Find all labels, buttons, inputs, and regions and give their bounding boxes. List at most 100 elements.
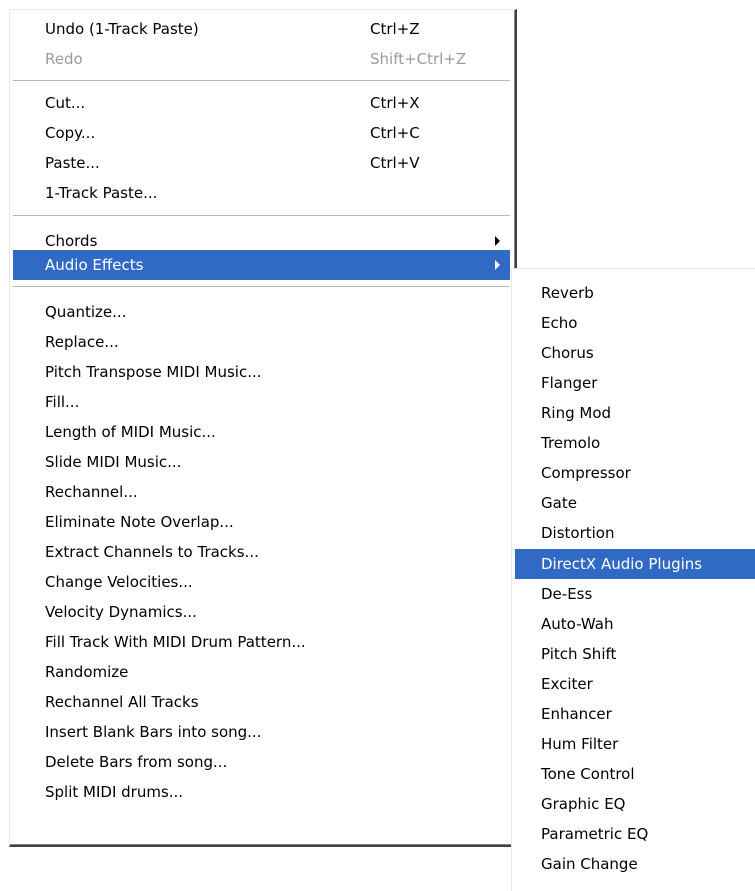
menu-item-label: Chorus [541, 344, 594, 362]
menu-separator [13, 286, 510, 288]
menu-item-shortcut: Ctrl+C [370, 124, 420, 142]
submenu-item-exciter[interactable]: Exciter [515, 669, 755, 699]
menu-item-label: 1-Track Paste... [45, 184, 158, 202]
submenu-item-enhancer[interactable]: Enhancer [515, 699, 755, 729]
menu-separator [13, 80, 510, 82]
submenu-item-auto-wah[interactable]: Auto-Wah [515, 609, 755, 639]
menu-item-label: Extract Channels to Tracks... [45, 543, 259, 561]
menu-item-label: DirectX Audio Plugins [541, 555, 703, 573]
menu-item-rechannel[interactable]: Rechannel... [13, 477, 510, 507]
edit-menu: Undo (1-Track Paste) Ctrl+Z Redo Shift+C… [9, 9, 517, 847]
menu-item-label: Gate [541, 494, 577, 512]
menu-item-label: Undo (1-Track Paste) [45, 20, 199, 38]
menu-item-pitch-transpose[interactable]: Pitch Transpose MIDI Music... [13, 357, 510, 387]
submenu-item-echo[interactable]: Echo [515, 308, 755, 338]
submenu-item-graphic-eq[interactable]: Graphic EQ [515, 789, 755, 819]
menu-item-label: Split MIDI drums... [45, 783, 184, 801]
menu-item-label: Insert Blank Bars into song... [45, 723, 262, 741]
menu-item-label: Velocity Dynamics... [45, 603, 197, 621]
menu-item-label: Hum Filter [541, 735, 619, 753]
menu-item-delete-bars[interactable]: Delete Bars from song... [13, 747, 510, 777]
menu-item-label: Tone Control [541, 765, 635, 783]
menu-item-label: Tremolo [541, 434, 601, 452]
submenu-item-gain-change[interactable]: Gain Change [515, 849, 755, 879]
submenu-arrow-icon [495, 260, 500, 270]
menu-item-undo[interactable]: Undo (1-Track Paste) Ctrl+Z [13, 14, 510, 44]
menu-item-shortcut: Ctrl+V [370, 154, 420, 172]
submenu-item-ring-mod[interactable]: Ring Mod [515, 398, 755, 428]
menu-item-slide-midi-music[interactable]: Slide MIDI Music... [13, 447, 510, 477]
menu-item-length-of-midi-music[interactable]: Length of MIDI Music... [13, 417, 510, 447]
menu-item-change-velocities[interactable]: Change Velocities... [13, 567, 510, 597]
menu-item-label: Ring Mod [541, 404, 612, 422]
menu-item-fill[interactable]: Fill... [13, 387, 510, 417]
menu-item-insert-blank-bars[interactable]: Insert Blank Bars into song... [13, 717, 510, 747]
submenu-arrow-icon [495, 236, 500, 246]
menu-item-velocity-dynamics[interactable]: Velocity Dynamics... [13, 597, 510, 627]
menu-item-label: Copy... [45, 124, 96, 142]
menu-item-label: Flanger [541, 374, 598, 392]
submenu-item-distortion[interactable]: Distortion [515, 518, 755, 548]
submenu-item-tone-control[interactable]: Tone Control [515, 759, 755, 789]
menu-item-label: Graphic EQ [541, 795, 626, 813]
menu-item-label: Auto-Wah [541, 615, 614, 633]
submenu-item-hum-filter[interactable]: Hum Filter [515, 729, 755, 759]
submenu-item-chorus[interactable]: Chorus [515, 338, 755, 368]
menu-item-label: Slide MIDI Music... [45, 453, 182, 471]
menu-item-label: Pitch Transpose MIDI Music... [45, 363, 262, 381]
menu-item-label: Compressor [541, 464, 631, 482]
menu-item-rechannel-all-tracks[interactable]: Rechannel All Tracks [13, 687, 510, 717]
submenu-item-compressor[interactable]: Compressor [515, 458, 755, 488]
menu-item-label: Distortion [541, 524, 615, 542]
menu-item-label: Reverb [541, 284, 594, 302]
menu-item-label: Cut... [45, 94, 86, 112]
menu-item-label: Exciter [541, 675, 593, 693]
audio-effects-submenu: Reverb Echo Chorus Flanger Ring Mod Trem… [511, 268, 755, 891]
menu-item-extract-channels[interactable]: Extract Channels to Tracks... [13, 537, 510, 567]
menu-item-randomize[interactable]: Randomize [13, 657, 510, 687]
menu-item-label: Randomize [45, 663, 129, 681]
submenu-item-parametric-eq[interactable]: Parametric EQ [515, 819, 755, 849]
menu-item-label: Quantize... [45, 303, 127, 321]
menu-item-label: Enhancer [541, 705, 612, 723]
menu-item-cut[interactable]: Cut... Ctrl+X [13, 88, 510, 118]
menu-item-label: Redo [45, 50, 83, 68]
menu-item-label: Replace... [45, 333, 119, 351]
menu-item-shortcut: Ctrl+Z [370, 20, 420, 38]
menu-separator [13, 215, 510, 217]
submenu-item-de-ess[interactable]: De-Ess [515, 579, 755, 609]
menu-item-label: Pitch Shift [541, 645, 617, 663]
menu-item-label: Fill... [45, 393, 80, 411]
submenu-item-gate[interactable]: Gate [515, 488, 755, 518]
submenu-item-flanger[interactable]: Flanger [515, 368, 755, 398]
menu-item-label: Rechannel... [45, 483, 138, 501]
menu-item-label: Length of MIDI Music... [45, 423, 216, 441]
menu-item-redo: Redo Shift+Ctrl+Z [13, 44, 510, 74]
menu-item-label: Delete Bars from song... [45, 753, 228, 771]
menu-item-label: Eliminate Note Overlap... [45, 513, 234, 531]
menu-item-eliminate-note-overlap[interactable]: Eliminate Note Overlap... [13, 507, 510, 537]
menu-item-1-track-paste[interactable]: 1-Track Paste... [13, 178, 510, 208]
menu-item-label: Gain Change [541, 855, 638, 873]
submenu-item-reverb[interactable]: Reverb [515, 278, 755, 308]
submenu-item-pitch-shift[interactable]: Pitch Shift [515, 639, 755, 669]
menu-item-replace[interactable]: Replace... [13, 327, 510, 357]
menu-item-label: Change Velocities... [45, 573, 193, 591]
menu-item-label: Paste... [45, 154, 100, 172]
menu-item-fill-track-drum-pattern[interactable]: Fill Track With MIDI Drum Pattern... [13, 627, 510, 657]
menu-item-label: Echo [541, 314, 578, 332]
menu-item-copy[interactable]: Copy... Ctrl+C [13, 118, 510, 148]
menu-item-audio-effects[interactable]: Audio Effects [13, 250, 510, 280]
menu-item-label: Fill Track With MIDI Drum Pattern... [45, 633, 306, 651]
submenu-item-tremolo[interactable]: Tremolo [515, 428, 755, 458]
menu-item-shortcut: Shift+Ctrl+Z [370, 50, 467, 68]
menu-item-quantize[interactable]: Quantize... [13, 297, 510, 327]
menu-item-label: Rechannel All Tracks [45, 693, 199, 711]
submenu-item-directx-audio-plugins[interactable]: DirectX Audio Plugins [515, 549, 755, 579]
menu-item-label: De-Ess [541, 585, 593, 603]
menu-item-label: Audio Effects [45, 256, 144, 274]
menu-item-label: Parametric EQ [541, 825, 649, 843]
menu-item-shortcut: Ctrl+X [370, 94, 420, 112]
menu-item-split-midi-drums[interactable]: Split MIDI drums... [13, 777, 510, 807]
menu-item-paste[interactable]: Paste... Ctrl+V [13, 148, 510, 178]
